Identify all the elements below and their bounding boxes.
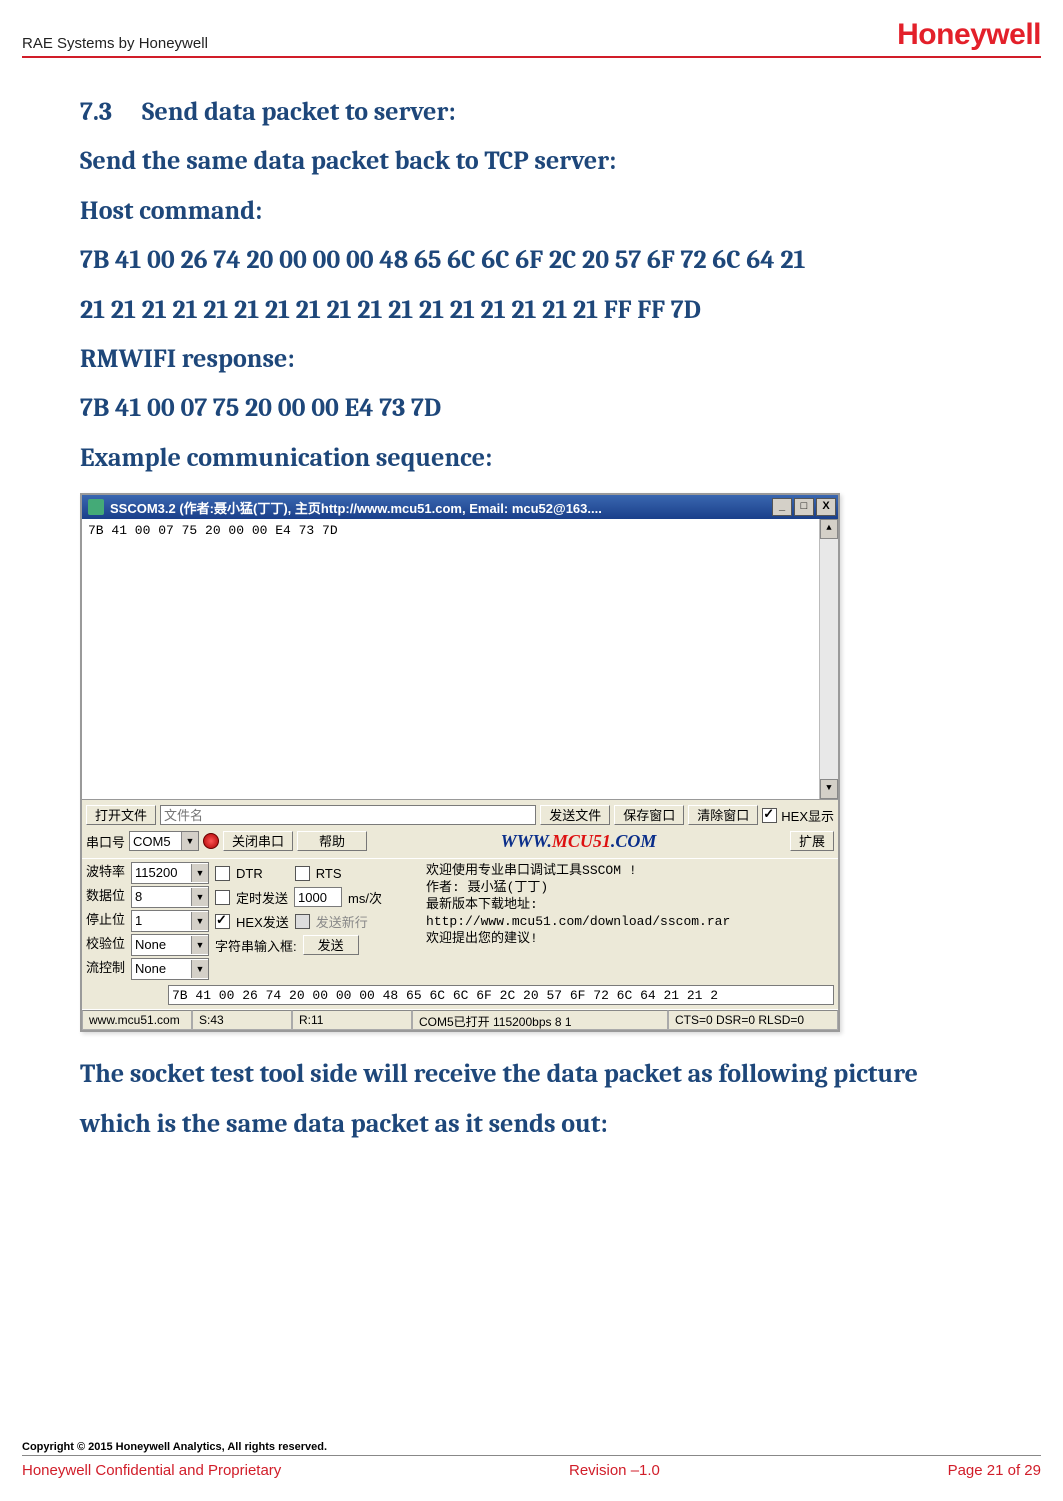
- hex-display-checkbox[interactable]: [762, 808, 777, 823]
- parity-select[interactable]: None▼: [131, 934, 209, 956]
- chevron-down-icon: ▼: [181, 832, 198, 850]
- document-body: 7.3 Send data packet to server: Send the…: [22, 58, 1041, 1149]
- status-site: www.mcu51.com: [82, 1010, 192, 1030]
- clear-window-button[interactable]: 清除窗口: [688, 805, 758, 825]
- host-command-hex-1: 7B 41 00 26 74 20 00 00 00 48 65 6C 6C 6…: [80, 236, 983, 285]
- section-number: 7.3: [80, 88, 112, 137]
- section-title: Send data packet to server:: [142, 88, 456, 137]
- close-port-button[interactable]: 关闭串口: [223, 831, 293, 851]
- send-newline-checkbox: [295, 914, 310, 929]
- chevron-down-icon: ▼: [191, 912, 208, 930]
- hex-display-label: HEX显示: [781, 806, 834, 825]
- chevron-down-icon: ▼: [191, 864, 208, 882]
- info-line: 欢迎提出您的建议!: [426, 930, 834, 947]
- open-file-button[interactable]: 打开文件: [86, 805, 156, 825]
- chevron-down-icon: ▼: [191, 936, 208, 954]
- settings-panel: 波特率 数据位 停止位 校验位 流控制 115200▼ 8▼ 1▼ None▼ …: [82, 858, 838, 983]
- send-newline-label: 发送新行: [316, 912, 368, 931]
- parity-label: 校验位: [86, 934, 125, 956]
- window-title: SSCOM3.2 (作者:聂小猛(丁丁), 主页http://www.mcu51…: [108, 498, 772, 517]
- section-heading: 7.3 Send data packet to server:: [80, 88, 983, 137]
- footer-mid: Revision –1.0: [569, 1462, 660, 1479]
- status-indicator-icon: [203, 833, 219, 849]
- send-file-button[interactable]: 发送文件: [540, 805, 610, 825]
- status-port: COM5已打开 115200bps 8 1: [412, 1010, 668, 1030]
- hex-send-checkbox[interactable]: [215, 914, 230, 929]
- host-command-label: Host command:: [80, 187, 983, 236]
- copyright-text: Copyright © 2015 Honeywell Analytics, Al…: [22, 1441, 1041, 1456]
- flow-label: 流控制: [86, 958, 125, 980]
- response-label: RMWIFI response:: [80, 335, 983, 384]
- stopbits-label: 停止位: [86, 910, 125, 932]
- app-icon: [88, 499, 104, 515]
- scroll-down-icon[interactable]: ▼: [820, 779, 838, 799]
- titlebar[interactable]: SSCOM3.2 (作者:聂小猛(丁丁), 主页http://www.mcu51…: [82, 495, 838, 519]
- dtr-checkbox[interactable]: [215, 866, 230, 881]
- subtitle-1: Send the same data packet back to TCP se…: [80, 137, 983, 186]
- chevron-down-icon: ▼: [191, 888, 208, 906]
- port-label: 串口号: [86, 832, 125, 851]
- status-recv: R:11: [292, 1010, 412, 1030]
- filename-input[interactable]: [160, 805, 536, 825]
- databits-label: 数据位: [86, 886, 125, 908]
- stopbits-select[interactable]: 1▼: [131, 910, 209, 932]
- status-lines: CTS=0 DSR=0 RLSD=0: [668, 1010, 838, 1030]
- flow-select[interactable]: None▼: [131, 958, 209, 980]
- info-line: 作者: 聂小猛(丁丁): [426, 879, 834, 896]
- status-sent: S:43: [192, 1010, 292, 1030]
- interval-input[interactable]: [294, 887, 342, 907]
- rts-label: RTS: [316, 866, 342, 881]
- port-select[interactable]: COM5 ▼: [129, 831, 199, 851]
- example-label: Example communication sequence:: [80, 434, 983, 483]
- rts-checkbox[interactable]: [295, 866, 310, 881]
- host-command-hex-2: 21 21 21 21 21 21 21 21 21 21 21 21 21 2…: [80, 286, 983, 335]
- closing-text: The socket test tool side will receive t…: [80, 1050, 983, 1149]
- serial-output-area[interactable]: 7B 41 00 07 75 20 00 00 E4 73 7D ▲ ▼: [82, 519, 838, 800]
- timed-send-label: 定时发送: [236, 888, 288, 907]
- page-footer: Copyright © 2015 Honeywell Analytics, Al…: [22, 1441, 1041, 1479]
- send-button[interactable]: 发送: [303, 935, 359, 955]
- info-line: 最新版本下载地址:: [426, 896, 834, 913]
- scroll-up-icon[interactable]: ▲: [820, 519, 838, 539]
- mcu51-link[interactable]: WWW.MCU51.COM: [371, 831, 786, 852]
- minimize-button[interactable]: _: [772, 498, 792, 516]
- interval-unit: ms/次: [348, 888, 382, 907]
- page-header: RAE Systems by Honeywell Honeywell: [22, 18, 1041, 58]
- save-window-button[interactable]: 保存窗口: [614, 805, 684, 825]
- sscom-window: SSCOM3.2 (作者:聂小猛(丁丁), 主页http://www.mcu51…: [80, 493, 840, 1032]
- databits-select[interactable]: 8▼: [131, 886, 209, 908]
- help-button[interactable]: 帮助: [297, 831, 367, 851]
- honeywell-logo: Honeywell: [897, 18, 1041, 52]
- expand-button[interactable]: 扩展: [790, 831, 834, 851]
- scrollbar[interactable]: ▲ ▼: [819, 519, 838, 799]
- info-line: http://www.mcu51.com/download/sscom.rar: [426, 913, 834, 930]
- response-hex: 7B 41 00 07 75 20 00 00 E4 73 7D: [80, 384, 983, 433]
- baud-label: 波特率: [86, 862, 125, 884]
- close-button[interactable]: X: [816, 498, 836, 516]
- baud-select[interactable]: 115200▼: [131, 862, 209, 884]
- toolbar-panel: 打开文件 发送文件 保存窗口 清除窗口 HEX显示 串口号 COM5 ▼ 关闭串…: [82, 800, 838, 858]
- input-box-label: 字符串输入框:: [215, 936, 297, 955]
- dtr-label: DTR: [236, 866, 263, 881]
- footer-left: Honeywell Confidential and Proprietary: [22, 1462, 281, 1479]
- hex-send-label: HEX发送: [236, 912, 289, 931]
- output-text: 7B 41 00 07 75 20 00 00 E4 73 7D: [88, 523, 338, 538]
- header-left-text: RAE Systems by Honeywell: [22, 35, 208, 52]
- footer-right: Page 21 of 29: [948, 1462, 1041, 1479]
- status-bar: www.mcu51.com S:43 R:11 COM5已打开 115200bp…: [82, 1009, 838, 1030]
- maximize-button[interactable]: □: [794, 498, 814, 516]
- port-value: COM5: [133, 834, 181, 849]
- chevron-down-icon: ▼: [191, 960, 208, 978]
- info-line: 欢迎使用专业串口调试工具SSCOM !: [426, 862, 834, 879]
- timed-send-checkbox[interactable]: [215, 890, 230, 905]
- send-data-input[interactable]: [168, 985, 834, 1005]
- info-panel: 欢迎使用专业串口调试工具SSCOM ! 作者: 聂小猛(丁丁) 最新版本下载地址…: [426, 862, 834, 980]
